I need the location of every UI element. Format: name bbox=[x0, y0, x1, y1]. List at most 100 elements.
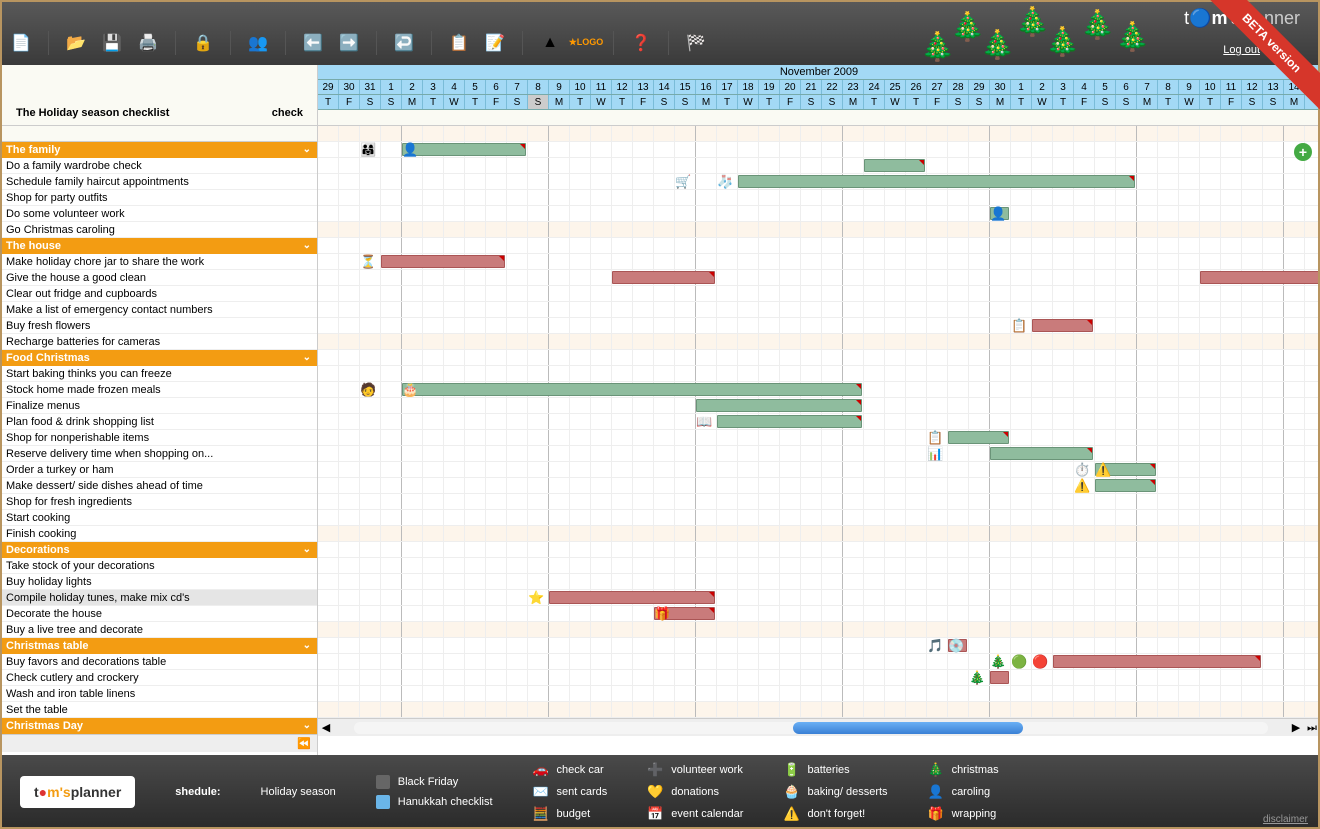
gantt-task-row[interactable]: 📊 bbox=[318, 446, 1320, 462]
dow-cell[interactable]: T bbox=[612, 95, 633, 109]
dow-cell[interactable]: T bbox=[717, 95, 738, 109]
task-row[interactable]: Schedule family haircut appointments bbox=[0, 174, 317, 190]
task-row[interactable]: Check cutlery and crockery bbox=[0, 670, 317, 686]
day-number-cell[interactable]: 4 bbox=[444, 80, 465, 94]
undo-icon[interactable]: ↩️ bbox=[395, 34, 413, 52]
scroll-track[interactable] bbox=[354, 722, 1268, 734]
day-number-cell[interactable]: 11 bbox=[1221, 80, 1242, 94]
dow-cell[interactable]: T bbox=[318, 95, 339, 109]
day-number-cell[interactable]: 1 bbox=[381, 80, 402, 94]
dow-cell[interactable]: W bbox=[885, 95, 906, 109]
gantt-task-row[interactable] bbox=[318, 510, 1320, 526]
day-number-cell[interactable]: 16 bbox=[696, 80, 717, 94]
gantt-task-row[interactable]: 👨‍👩‍👧👤 bbox=[318, 142, 1320, 158]
day-number-cell[interactable]: 8 bbox=[528, 80, 549, 94]
day-number-cell[interactable]: 30 bbox=[990, 80, 1011, 94]
section-header[interactable]: Food Christmas⌄ bbox=[0, 350, 317, 366]
gantt-bar[interactable] bbox=[864, 159, 925, 172]
dow-cell[interactable]: S bbox=[507, 95, 528, 109]
dow-cell[interactable]: S bbox=[675, 95, 696, 109]
task-row[interactable]: Buy fresh flowers bbox=[0, 318, 317, 334]
gantt-task-row[interactable]: 🎁 bbox=[318, 606, 1320, 622]
dow-cell[interactable]: T bbox=[1158, 95, 1179, 109]
open-icon[interactable]: 📂 bbox=[67, 34, 85, 52]
users-icon[interactable]: 👥 bbox=[249, 34, 267, 52]
dow-cell[interactable]: F bbox=[1221, 95, 1242, 109]
day-number-cell[interactable]: 30 bbox=[339, 80, 360, 94]
day-number-cell[interactable]: 3 bbox=[1053, 80, 1074, 94]
gantt-task-row[interactable] bbox=[318, 158, 1320, 174]
gantt-task-row[interactable] bbox=[318, 270, 1320, 286]
gantt-bar[interactable] bbox=[1200, 271, 1320, 284]
dow-cell[interactable]: S bbox=[1263, 95, 1284, 109]
gantt-bar[interactable] bbox=[381, 255, 505, 268]
scroll-thumb[interactable] bbox=[793, 722, 1023, 734]
gantt-task-row[interactable]: 🛒🧦 bbox=[318, 174, 1320, 190]
dow-cell[interactable]: W bbox=[591, 95, 612, 109]
dow-cell[interactable]: T bbox=[423, 95, 444, 109]
day-number-cell[interactable]: 4 bbox=[1074, 80, 1095, 94]
left-scroll-collapse[interactable]: ⏪ bbox=[0, 734, 317, 752]
gantt-section-row[interactable] bbox=[318, 702, 1320, 718]
day-number-cell[interactable]: 12 bbox=[1242, 80, 1263, 94]
scroll-left-button[interactable]: ◀ bbox=[318, 720, 334, 736]
gantt-bar[interactable] bbox=[549, 591, 715, 604]
section-header[interactable]: Christmas Day⌄ bbox=[0, 718, 317, 734]
task-row[interactable]: Make dessert/ side dishes ahead of time bbox=[0, 478, 317, 494]
day-number-cell[interactable]: 2 bbox=[402, 80, 423, 94]
day-number-cell[interactable]: 29 bbox=[318, 80, 339, 94]
task-row[interactable]: Go Christmas caroling bbox=[0, 222, 317, 238]
task-row[interactable]: Buy favors and decorations table bbox=[0, 654, 317, 670]
day-number-cell[interactable]: 7 bbox=[507, 80, 528, 94]
gantt-task-row[interactable]: ⭐ bbox=[318, 590, 1320, 606]
dow-cell[interactable]: M bbox=[990, 95, 1011, 109]
dow-cell[interactable]: T bbox=[570, 95, 591, 109]
task-row[interactable]: Shop for fresh ingredients bbox=[0, 494, 317, 510]
day-number-cell[interactable]: 20 bbox=[780, 80, 801, 94]
gantt-task-row[interactable]: ⏱️⚠️ bbox=[318, 462, 1320, 478]
day-number-cell[interactable]: 13 bbox=[1263, 80, 1284, 94]
day-number-cell[interactable]: 6 bbox=[486, 80, 507, 94]
gantt-task-row[interactable]: ⏳ bbox=[318, 254, 1320, 270]
gantt-bar[interactable] bbox=[402, 383, 862, 396]
dow-cell[interactable]: S bbox=[654, 95, 675, 109]
import-icon[interactable]: ⬅️ bbox=[304, 34, 322, 52]
day-number-cell[interactable]: 7 bbox=[1137, 80, 1158, 94]
day-number-cell[interactable]: 14 bbox=[654, 80, 675, 94]
day-number-cell[interactable]: 29 bbox=[969, 80, 990, 94]
gantt-task-row[interactable] bbox=[318, 542, 1320, 558]
dow-cell[interactable]: T bbox=[864, 95, 885, 109]
gantt-section-row[interactable] bbox=[318, 526, 1320, 542]
dow-cell[interactable]: F bbox=[633, 95, 654, 109]
day-number-cell[interactable]: 17 bbox=[717, 80, 738, 94]
day-number-cell[interactable]: 27 bbox=[927, 80, 948, 94]
dow-cell[interactable]: T bbox=[906, 95, 927, 109]
dow-cell[interactable]: F bbox=[339, 95, 360, 109]
dow-cell[interactable]: W bbox=[1032, 95, 1053, 109]
flag-icon[interactable]: 🏁 bbox=[687, 34, 705, 52]
gantt-section-row[interactable] bbox=[318, 126, 1320, 142]
day-number-cell[interactable]: 19 bbox=[759, 80, 780, 94]
dow-cell[interactable]: S bbox=[969, 95, 990, 109]
day-number-cell[interactable]: 3 bbox=[423, 80, 444, 94]
day-number-cell[interactable]: 2 bbox=[1032, 80, 1053, 94]
gantt-section-row[interactable] bbox=[318, 622, 1320, 638]
scroll-right-button[interactable]: ▶ bbox=[1288, 720, 1304, 736]
day-number-cell[interactable]: 5 bbox=[1095, 80, 1116, 94]
dow-cell[interactable]: M bbox=[1284, 95, 1305, 109]
gantt-task-row[interactable] bbox=[318, 238, 1320, 254]
help-icon[interactable]: ❓ bbox=[632, 34, 650, 52]
dow-cell[interactable]: S bbox=[948, 95, 969, 109]
gantt-task-row[interactable]: ⚠️ bbox=[318, 478, 1320, 494]
gantt-task-row[interactable] bbox=[318, 494, 1320, 510]
dow-cell[interactable]: W bbox=[738, 95, 759, 109]
gantt-bar[interactable] bbox=[990, 671, 1009, 684]
task-row[interactable]: Finalize menus bbox=[0, 398, 317, 414]
gantt-task-row[interactable] bbox=[318, 190, 1320, 206]
task-row[interactable]: Recharge batteries for cameras bbox=[0, 334, 317, 350]
task-row[interactable]: Buy a live tree and decorate bbox=[0, 622, 317, 638]
dow-cell[interactable]: S bbox=[822, 95, 843, 109]
task-row[interactable]: Make holiday chore jar to share the work bbox=[0, 254, 317, 270]
gantt-bar[interactable] bbox=[1053, 655, 1261, 668]
gantt-bar[interactable] bbox=[717, 415, 862, 428]
